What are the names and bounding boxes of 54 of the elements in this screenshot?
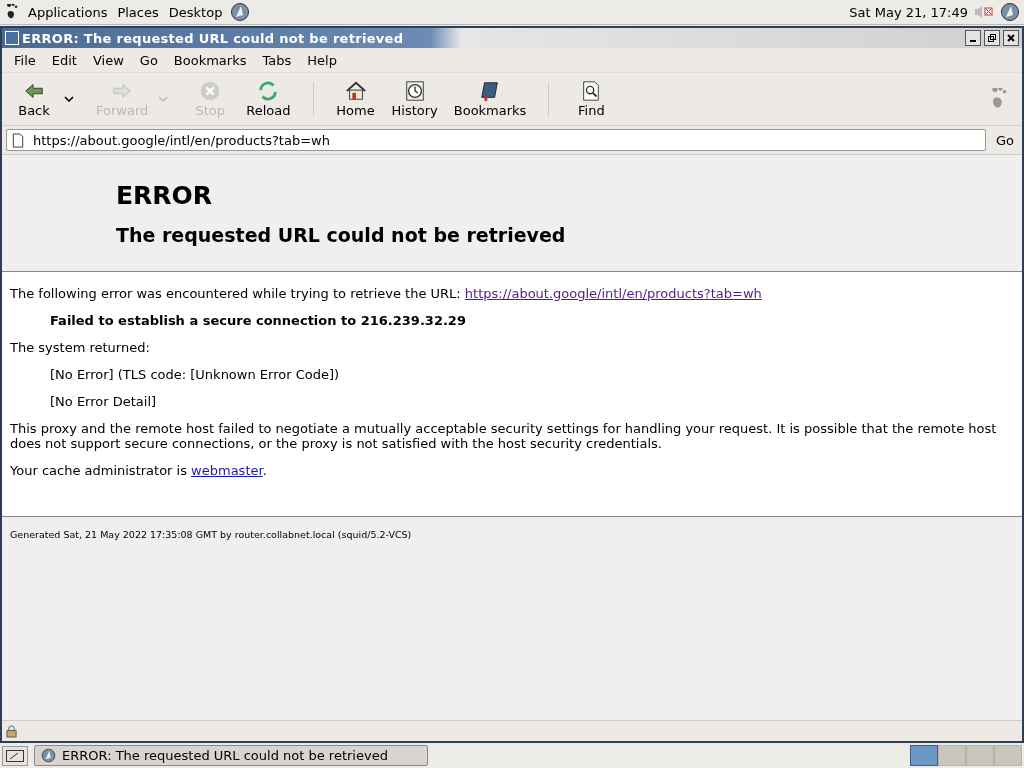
caret-icon[interactable] [64,96,74,102]
toolbar-button[interactable]: Home [327,78,384,120]
globe-icon[interactable] [230,2,251,22]
url-link[interactable]: https://about.google/intl/en/products?tab=wh [464,286,762,301]
taskbar-window-button[interactable]: ERROR: The requested URL could not be retrieved [34,745,428,766]
explanation-text: This proxy and the remote host failed to negotiate a mutually acceptable security settings for handling your request. It is possible that the remote host does not support secure connections, or the proxy is not satisfied with the host security credentials. [10,421,998,451]
window-title: ERROR: The requested URL could not be retrieved [22,30,404,46]
window-icon[interactable] [5,31,19,45]
admin-text: Your cache administrator is webmaster. [10,463,268,478]
panel-menu[interactable]: Places [115,4,161,20]
menu-item[interactable]: Help [299,52,345,68]
menu-item[interactable]: View [84,52,132,68]
error-message: Failed to establish a secure connection to 216.239.32.29 [50,313,467,328]
clock-icon [403,80,426,102]
go-button[interactable]: Go [991,132,1018,148]
toolbar-button[interactable]: Find [563,78,620,120]
foot-icon[interactable] [4,4,20,20]
toolbar-button[interactable]: Back [6,78,62,120]
restore-icon [987,33,997,43]
globe-icon [41,748,56,763]
webmaster-link[interactable]: webmaster [191,463,263,478]
panel-menu[interactable]: Applications [26,4,110,20]
menu-item[interactable]: Go [131,52,166,68]
toolbar-button[interactable]: Reload [238,78,299,120]
system-label: The system returned: [10,340,151,355]
panel-menu[interactable]: Desktop [166,4,225,20]
close-button[interactable] [1003,30,1019,46]
system-message: [No Error Detail] [50,394,158,409]
footer-text: Generated Sat, 21 May 2022 17:35:08 GMT by router.collabnet.local (squid/5.2-VCS) [10,529,412,540]
close-icon [1006,33,1016,43]
toolbar-button[interactable]: History [383,78,446,120]
error-subheading: The requested URL could not be retrieved [116,223,567,246]
desktop-icon [6,749,24,762]
speaker-muted-icon[interactable] [974,5,994,19]
lock-icon [6,724,17,738]
maximize-button[interactable] [984,30,1000,46]
minimize-button[interactable] [965,30,981,46]
menu-item[interactable]: File [6,52,44,68]
system-message: [No Error] (TLS code: [Unknown Error Code]) [50,367,341,382]
menu-item[interactable]: Tabs [254,52,300,68]
home-icon [344,80,367,102]
error-intro: The following error was encountered while trying to retrieve the URL: https://about.google/intl/en/products?tab=wh [10,286,763,301]
minimize-icon [970,40,976,42]
menu-item[interactable]: Edit [43,52,85,68]
menu-item[interactable]: Bookmarks [165,52,255,68]
toolbar-button[interactable]: Bookmarks [445,78,535,120]
globe-icon[interactable] [1000,2,1020,22]
stop-icon [199,80,222,102]
show-desktop-button[interactable] [2,745,28,766]
address-field[interactable]: https://about.google/intl/en/products?tab=wh [6,129,986,151]
reload-icon [257,80,280,102]
clock[interactable]: Sat May 21, 17:49 [849,4,968,20]
error-heading: ERROR [116,180,214,210]
page-icon [12,133,24,148]
